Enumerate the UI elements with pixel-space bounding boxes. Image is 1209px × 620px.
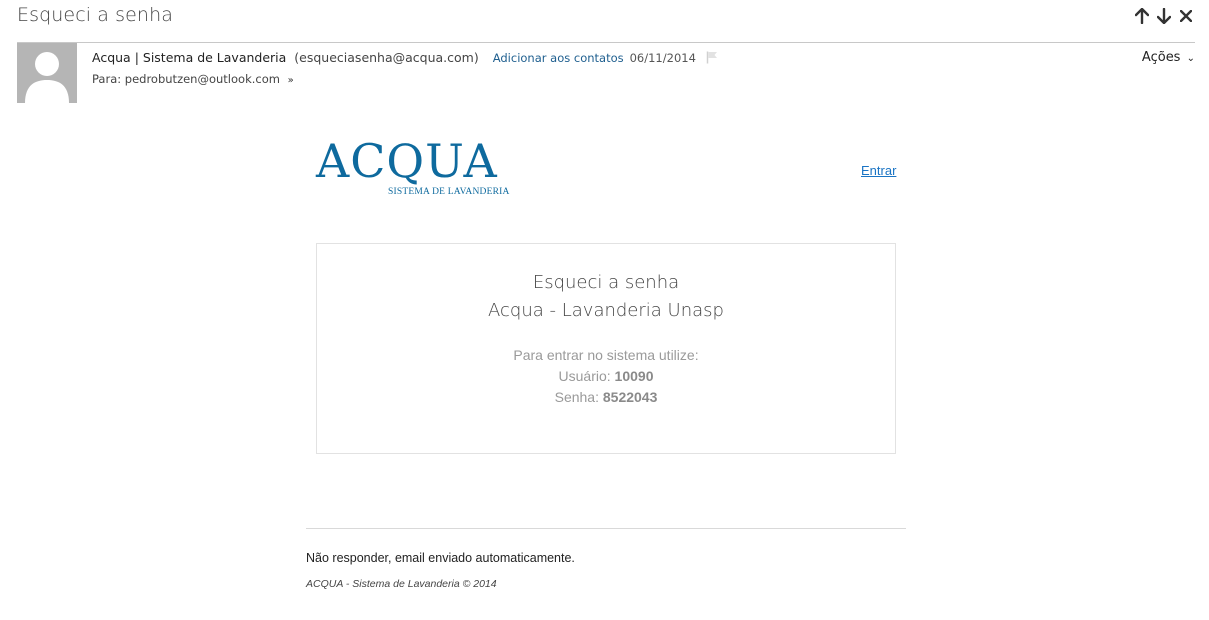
message-date: 06/11/2014: [629, 51, 696, 65]
sender-email: (esqueciasenha@acqua.com): [294, 50, 479, 65]
user-value: 10090: [614, 368, 654, 384]
person-silhouette-icon: [17, 43, 77, 103]
sender-name[interactable]: Acqua | Sistema de Lavanderia: [92, 50, 286, 65]
recipient-address[interactable]: pedrobutzen@outlook.com: [125, 72, 280, 86]
message-nav-actions: [1133, 6, 1195, 26]
entrar-link[interactable]: Entrar: [861, 163, 896, 178]
password-row: Senha: 8522043: [317, 387, 895, 408]
add-to-contacts-link[interactable]: Adicionar aos contatos: [493, 51, 624, 65]
password-reset-card: Esqueci a senha Acqua - Lavanderia Unasp…: [316, 243, 896, 454]
chevron-down-icon: ⌄: [1186, 53, 1195, 64]
acqua-logo: ACQUA SISTEMA DE LAVANDERIA: [316, 135, 516, 199]
password-value: 8522043: [602, 389, 658, 405]
user-label: Usuário:: [558, 368, 611, 384]
card-subtitle: Acqua - Lavanderia Unasp: [488, 300, 724, 321]
card-title: Esqueci a senha: [532, 272, 680, 293]
recipient-line: Para: pedrobutzen@outlook.com »: [92, 72, 294, 86]
user-row: Usuário: 10090: [317, 366, 895, 387]
subject-title: Esqueci a senha: [17, 4, 173, 26]
actions-label: Ações: [1141, 50, 1181, 65]
sender-line: Acqua | Sistema de Lavanderia (esquecias…: [92, 50, 718, 67]
to-label: Para:: [92, 72, 122, 86]
credentials-block: Para entrar no sistema utilize: Usuário:…: [317, 345, 895, 408]
arrow-down-icon[interactable]: [1155, 6, 1173, 26]
logo-wordmark: ACQUA: [316, 134, 498, 188]
instructions-text: Para entrar no sistema utilize:: [513, 347, 699, 363]
close-icon[interactable]: [1177, 6, 1195, 26]
arrow-up-icon[interactable]: [1133, 6, 1151, 26]
footer-copyright: ACQUA - Sistema de Lavanderia © 2014: [306, 578, 497, 590]
header-divider: [17, 42, 1195, 43]
footer-divider: [306, 528, 906, 529]
flag-icon[interactable]: [706, 51, 718, 67]
logo-tagline: SISTEMA DE LAVANDERIA: [388, 187, 510, 197]
password-label: Senha:: [554, 389, 599, 405]
actions-menu-button[interactable]: Ações ⌄: [1142, 50, 1195, 65]
chevron-double-down-icon[interactable]: »: [288, 75, 294, 86]
footer-note: Não responder, email enviado automaticam…: [306, 551, 575, 565]
